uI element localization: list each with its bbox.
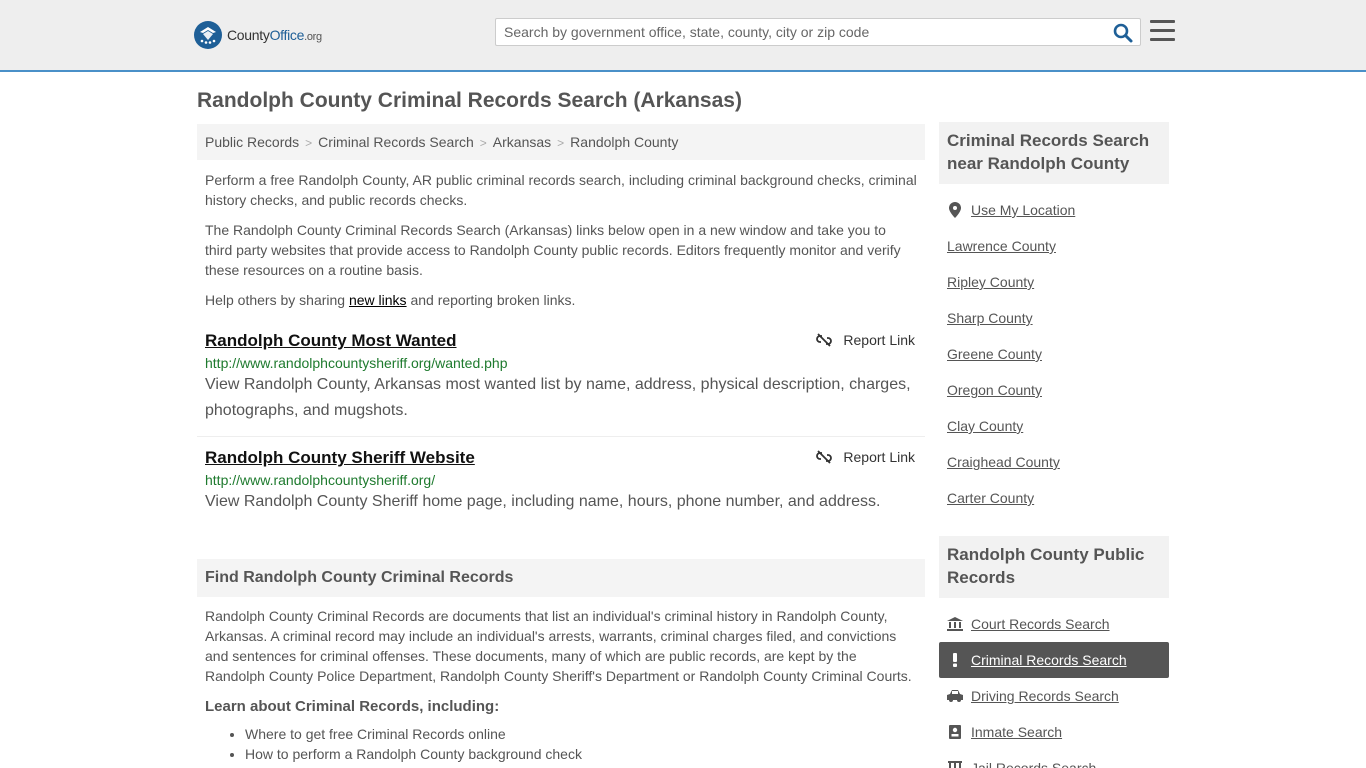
result-description: View Randolph County Sheriff home page, … (205, 493, 881, 510)
sidebar-item-county[interactable]: Clay County (939, 408, 1169, 444)
learn-heading: Learn about Criminal Records, including: (205, 698, 500, 715)
sidebar-item-jail-records[interactable]: Jail Records Search (939, 750, 1169, 768)
search-input[interactable] (496, 19, 1096, 45)
breadcrumb-separator-icon: > (479, 136, 487, 150)
sidebar-item-criminal-records[interactable]: Criminal Records Search (939, 642, 1169, 678)
list-item: How to perform a Randolph County backgro… (245, 744, 917, 764)
result-description: View Randolph County, Arkansas most want… (205, 376, 911, 419)
sidebar-public-heading: Randolph County Public Records (939, 536, 1169, 598)
breadcrumb-separator-icon: > (305, 136, 313, 150)
broken-link-icon (816, 333, 833, 347)
list-item: Where to get free Criminal Records onlin… (245, 724, 917, 744)
share-links-paragraph: Help others by sharing new links and rep… (205, 292, 576, 308)
search-icon[interactable] (1112, 22, 1134, 44)
sidebar-near-heading: Criminal Records Search near Randolph Co… (939, 122, 1169, 184)
intro-paragraph: Perform a free Randolph County, AR publi… (205, 172, 917, 208)
jail-icon (947, 760, 963, 768)
search-box (495, 18, 1141, 46)
sidebar-item-inmate-search[interactable]: Inmate Search (939, 714, 1169, 750)
new-links-link[interactable]: new links (349, 292, 407, 308)
learn-list: Where to get free Criminal Records onlin… (205, 724, 917, 764)
sidebar: Criminal Records Search near Randolph Co… (939, 122, 1169, 768)
sidebar-item-driving-records[interactable]: Driving Records Search (939, 678, 1169, 714)
site-header: CountyOffice.org (0, 0, 1366, 72)
sidebar-item-county[interactable]: Craighead County (939, 444, 1169, 480)
sidebar-item-county[interactable]: Greene County (939, 336, 1169, 372)
sidebar-near-list: Use My Location Lawrence County Ripley C… (939, 184, 1169, 516)
report-link-button[interactable]: Report Link (816, 332, 915, 348)
sidebar-public-list: Court Records Search Criminal Records Se… (939, 598, 1169, 768)
result-title-link[interactable]: Randolph County Sheriff Website (205, 448, 475, 468)
intro-paragraph: The Randolph County Criminal Records Sea… (205, 222, 901, 278)
result-url: http://www.randolphcountysheriff.org/ (205, 472, 436, 488)
breadcrumb-separator-icon: > (557, 136, 565, 150)
result-item: Randolph County Sheriff Website Report L… (197, 447, 925, 527)
breadcrumb-criminal-records-search[interactable]: Criminal Records Search (318, 134, 474, 150)
breadcrumb-current: Randolph County (570, 134, 679, 150)
sidebar-item-county[interactable]: Ripley County (939, 264, 1169, 300)
find-records-body: Randolph County Criminal Records are doc… (197, 606, 925, 764)
sidebar-item-county[interactable]: Lawrence County (939, 228, 1169, 264)
id-badge-icon (947, 724, 963, 740)
hamburger-menu-icon[interactable] (1150, 20, 1175, 42)
sidebar-item-county[interactable]: Oregon County (939, 372, 1169, 408)
main-content: Perform a free Randolph County, AR publi… (197, 170, 925, 762)
sidebar-item-county[interactable]: Sharp County (939, 300, 1169, 336)
car-icon (947, 688, 963, 704)
courthouse-icon (947, 616, 963, 632)
find-records-heading: Find Randolph County Criminal Records (197, 559, 925, 597)
sidebar-item-use-location[interactable]: Use My Location (939, 192, 1169, 228)
page-title: Randolph County Criminal Records Search … (197, 89, 742, 112)
breadcrumb-public-records[interactable]: Public Records (205, 134, 299, 150)
broken-link-icon (816, 450, 833, 464)
report-link-button[interactable]: Report Link (816, 449, 915, 465)
breadcrumb-arkansas[interactable]: Arkansas (493, 134, 551, 150)
exclamation-icon (947, 652, 963, 668)
breadcrumb: Public Records > Criminal Records Search > A… (197, 124, 925, 160)
logo-seal-icon (194, 21, 222, 49)
result-url: http://www.randolphcountysheriff.org/wan… (205, 355, 508, 371)
site-logo[interactable]: CountyOffice.org (194, 20, 322, 50)
find-records-paragraph: Randolph County Criminal Records are doc… (205, 608, 912, 684)
map-pin-icon (947, 202, 963, 218)
sidebar-item-court-records[interactable]: Court Records Search (939, 606, 1169, 642)
sidebar-item-county[interactable]: Carter County (939, 480, 1169, 516)
result-item: Randolph County Most Wanted Report Link … (197, 330, 925, 437)
logo-text: CountyOffice.org (227, 27, 322, 43)
result-title-link[interactable]: Randolph County Most Wanted (205, 331, 457, 351)
